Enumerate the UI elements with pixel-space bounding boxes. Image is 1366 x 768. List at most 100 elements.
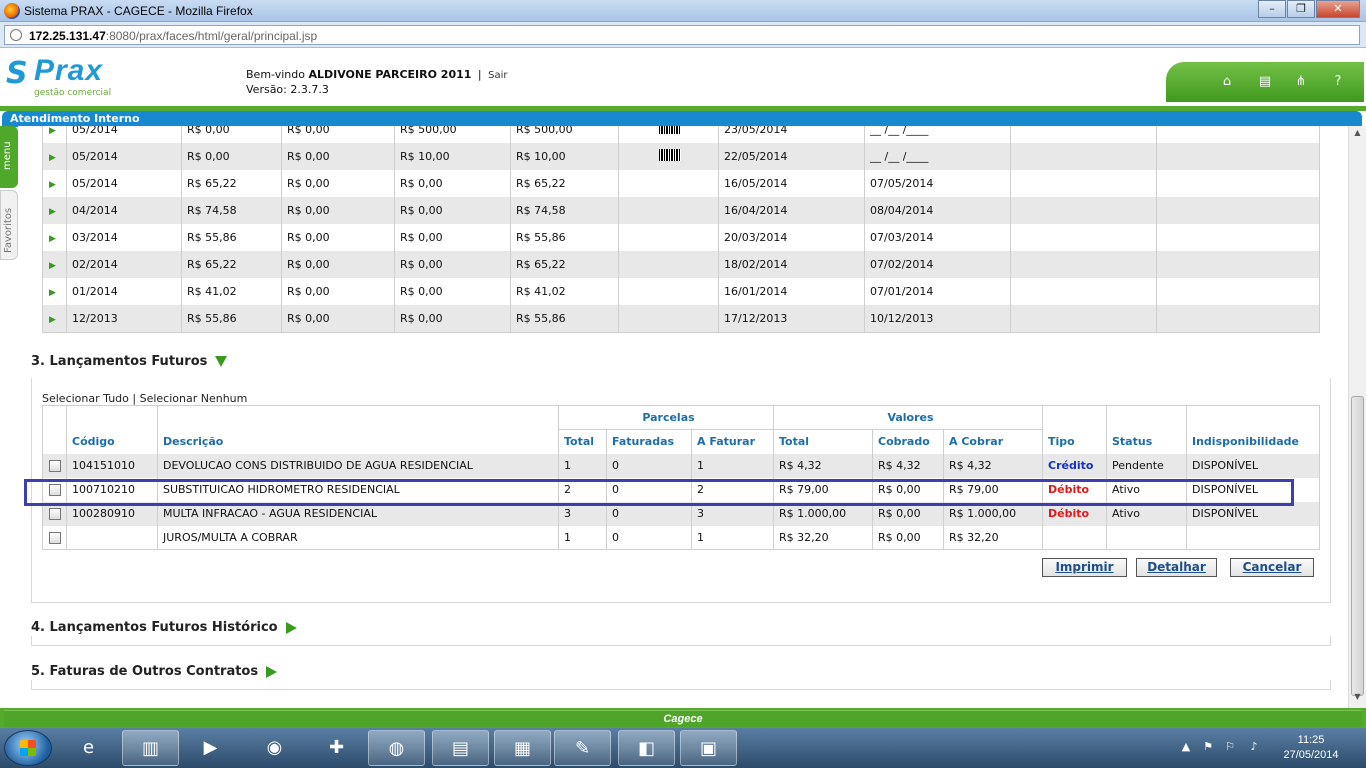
expand-row-icon: ▶	[42, 278, 67, 305]
table-row[interactable]: ▶ 05/2014 R$ 65,22 R$ 0,00 R$ 0,00 R$ 65,22 16…	[42, 170, 1320, 197]
page-scrollbar[interactable]: ▲ ▼	[1348, 126, 1366, 708]
row-checkbox[interactable]	[49, 508, 61, 520]
home-icon[interactable]: ⌂	[1218, 74, 1236, 90]
indisponibilidade-cell: DISPONÍVEL	[1186, 453, 1320, 478]
tipo-cell: Crédito	[1042, 453, 1107, 478]
due-date-cell: 23/05/2014	[718, 126, 865, 143]
url-field[interactable]: 172.25.131.47:8080/prax/faces/html/geral…	[4, 25, 1360, 45]
firefox-icon[interactable]: ◍	[368, 730, 425, 766]
ref-cell: 01/2014	[66, 278, 182, 305]
table-row[interactable]: ▶ 02/2014 R$ 65,22 R$ 0,00 R$ 0,00 R$ 65,22 18…	[42, 251, 1320, 278]
action-center-icon[interactable]: ⚐	[1223, 740, 1237, 754]
payment-date-cell: __ /__ /____	[864, 126, 1011, 143]
value-cell: R$ 0,00	[281, 170, 395, 197]
expand-row-icon[interactable]: ▶	[49, 288, 56, 298]
barcode-cell	[618, 305, 719, 333]
file-explorer-icon[interactable]: ▥	[122, 730, 179, 766]
expand-row-icon: ▶	[42, 305, 67, 333]
indisponibilidade-cell	[1186, 525, 1320, 550]
value-cell: R$ 0,00	[281, 126, 395, 143]
empty-cell	[1156, 305, 1320, 333]
start-button[interactable]	[4, 730, 52, 766]
expand-row-icon[interactable]: ▶	[49, 261, 56, 271]
scrollbar-thumb[interactable]	[1351, 396, 1364, 696]
internet-explorer-icon[interactable]: e	[60, 730, 117, 766]
expand-row-icon[interactable]: ▶	[49, 234, 56, 244]
section-bar: Atendimento Interno	[0, 106, 1366, 127]
collapse-arrow-icon[interactable]	[215, 356, 228, 367]
section4-header[interactable]: 4. Lançamentos Futuros Histórico	[31, 620, 297, 635]
expand-row-icon[interactable]: ▶	[49, 153, 56, 163]
expand-row-icon[interactable]: ▶	[49, 180, 56, 190]
section3-header[interactable]: 3. Lançamentos Futuros	[31, 354, 228, 369]
empty-cell	[1156, 224, 1320, 251]
office-icon[interactable]: ▣	[680, 730, 737, 766]
expand-row-icon[interactable]: ▶	[49, 207, 56, 217]
media-player-icon[interactable]: ▶	[182, 730, 239, 766]
cancel-button[interactable]: Cancelar	[1230, 558, 1314, 577]
table-row[interactable]: ▶ 12/2013 R$ 55,86 R$ 0,00 R$ 0,00 R$ 55,86 17…	[42, 305, 1320, 333]
media-center-icon[interactable]: ▦	[494, 730, 551, 766]
paint-icon[interactable]: ✎	[554, 730, 611, 766]
group-header-valores: Valores	[773, 405, 1043, 430]
help-icon[interactable]: ?	[1329, 74, 1347, 90]
detail-button[interactable]: Detalhar	[1136, 558, 1217, 577]
minimize-button[interactable]: –	[1258, 0, 1286, 18]
ref-cell: 05/2014	[66, 170, 182, 197]
row-checkbox[interactable]	[49, 460, 61, 472]
side-menu-tab[interactable]: menu	[0, 126, 18, 188]
expand-arrow-icon[interactable]	[285, 621, 297, 634]
address-bar: 172.25.131.47:8080/prax/faces/html/geral…	[0, 22, 1366, 48]
col-header-faturadas: Faturadas	[606, 429, 692, 454]
barcode-icon[interactable]	[659, 126, 681, 134]
logout-link[interactable]: Sair	[488, 70, 507, 81]
table-row[interactable]: JUROS/MULTA A COBRAR 1 0 1 R$ 32,20 R$ 0,00 R$…	[42, 525, 1320, 550]
table-row[interactable]: ▶ 04/2014 R$ 74,58 R$ 0,00 R$ 0,00 R$ 74,58 16…	[42, 197, 1320, 224]
close-window-button[interactable]: ✕	[1316, 0, 1360, 18]
expand-row-icon[interactable]: ▶	[49, 315, 56, 325]
table-row[interactable]: ▶ 03/2014 R$ 55,86 R$ 0,00 R$ 0,00 R$ 55,86 20…	[42, 224, 1320, 251]
value-cell: R$ 0,00	[281, 143, 395, 170]
barcode-icon[interactable]	[659, 149, 681, 161]
barcode-cell	[618, 143, 719, 170]
printer-icon[interactable]: ▤	[1256, 74, 1274, 90]
select-all-link[interactable]: Selecionar Tudo	[42, 392, 129, 405]
table-row[interactable]: ▶ 05/2014 R$ 0,00 R$ 0,00 R$ 500,00 R$ 500,00…	[42, 126, 1320, 143]
expand-arrow-icon[interactable]	[266, 665, 278, 678]
network-icon[interactable]: ⚑	[1201, 740, 1215, 754]
value-cell: R$ 55,86	[181, 305, 282, 333]
volume-icon[interactable]: ♪	[1247, 740, 1261, 754]
payment-date-cell: __ /__ /____	[864, 143, 1011, 170]
expand-row-icon[interactable]: ▶	[49, 126, 56, 136]
empty-cell	[1010, 170, 1157, 197]
barcode-cell	[618, 278, 719, 305]
invoices-table: ▶ 05/2014 R$ 0,00 R$ 0,00 R$ 500,00 R$ 500,00…	[42, 126, 1320, 333]
side-favorites-tab[interactable]: Favoritos	[0, 190, 18, 260]
restore-button[interactable]: ❐	[1287, 0, 1315, 18]
select-none-link[interactable]: Selecionar Nenhum	[140, 392, 248, 405]
col-header-parcelas-total: Total	[558, 429, 607, 454]
expand-row-icon: ▶	[42, 126, 67, 143]
print-button[interactable]: Imprimir	[1042, 558, 1127, 577]
ref-cell: 03/2014	[66, 224, 182, 251]
table-row[interactable]: ▶ 05/2014 R$ 0,00 R$ 0,00 R$ 10,00 R$ 10,00 22…	[42, 143, 1320, 170]
section5-header[interactable]: 5. Faturas de Outros Contratos	[31, 664, 278, 679]
scroll-down-icon[interactable]: ▼	[1351, 692, 1364, 706]
scroll-up-icon[interactable]: ▲	[1351, 128, 1364, 142]
app-red-icon[interactable]: ✚	[308, 730, 365, 766]
empty-cell	[1010, 126, 1157, 143]
virtualbox-icon[interactable]: ◧	[618, 730, 675, 766]
logo-tagline: gestão comercial	[34, 88, 112, 98]
row-checkbox[interactable]	[49, 531, 61, 544]
payment-date-cell: 07/03/2014	[864, 224, 1011, 251]
due-date-cell: 17/12/2013	[718, 305, 865, 333]
chrome-icon[interactable]: ◉	[246, 730, 303, 766]
value-cell: R$ 0,00	[281, 305, 395, 333]
show-hidden-icons-icon[interactable]: ▲	[1179, 740, 1193, 754]
sitemap-icon[interactable]: ⋔	[1292, 74, 1310, 90]
taskbar-clock[interactable]: 11:25 27/05/2014	[1275, 733, 1347, 763]
table-row[interactable]: ▶ 01/2014 R$ 41,02 R$ 0,00 R$ 0,00 R$ 41,02 16…	[42, 278, 1320, 305]
scanner-icon[interactable]: ▤	[432, 730, 489, 766]
table-row[interactable]: 104151010 DEVOLUCAO CONS DISTRIBUIDO DE A…	[42, 453, 1320, 478]
value-cell: R$ 55,86	[510, 224, 619, 251]
